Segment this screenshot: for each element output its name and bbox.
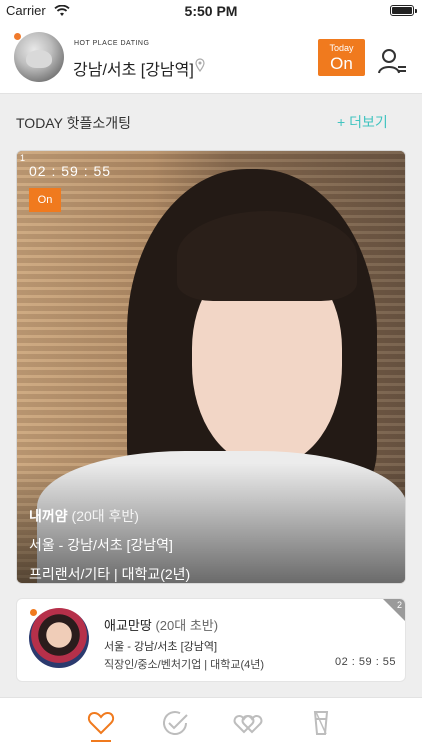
check-circle-icon: [163, 711, 188, 735]
app-label: HOT PLACE DATING: [74, 40, 150, 47]
list-item-location: 서울 - 강남/서초 [강남역]: [104, 641, 218, 653]
tab-heart[interactable]: [86, 708, 116, 738]
section-title: TODAY 핫플소개팅: [16, 115, 131, 131]
online-indicator: [14, 33, 21, 40]
location-pin-icon: [195, 58, 205, 75]
header: HOT PLACE DATING 강남/서초 [강남역] Today On: [0, 22, 422, 94]
profile-job: 프리랜서/기타 | 대학교(2년): [29, 566, 191, 582]
list-item-job: 직장인/중소/벤처기업 | 대학교(4년): [104, 659, 265, 671]
list-item-name: 애교만땅: [104, 618, 152, 633]
region-selector[interactable]: 강남/서초 [강남역]: [73, 56, 194, 80]
online-badge: On: [29, 188, 61, 212]
status-bar: Carrier 5:50 PM: [0, 0, 422, 22]
featured-profile-card[interactable]: 1 02 : 59 : 55 On 내꺼얌 (20대 후반) 서울 - 강남/서…: [16, 150, 406, 584]
profile-info: 내꺼얌 (20대 후반) 서울 - 강남/서초 [강남역] 프리랜서/기타 | …: [29, 506, 191, 583]
profile-avatar[interactable]: [14, 32, 64, 82]
list-item-age: (20대 초반): [155, 618, 219, 633]
tab-check[interactable]: [160, 708, 190, 738]
list-item-timer: 02 : 59 : 55: [335, 656, 397, 668]
user-menu-icon[interactable]: [378, 48, 408, 74]
today-toggle-button[interactable]: Today On: [318, 39, 365, 76]
list-item-index: 2: [396, 600, 402, 610]
countdown-timer: 02 : 59 : 55: [29, 163, 112, 179]
list-item[interactable]: 애교만땅 (20대 초반) 서울 - 강남/서초 [강남역] 직장인/중소/벤처…: [16, 598, 406, 682]
online-indicator: [29, 608, 38, 617]
battery-icon: [390, 5, 417, 16]
today-state: On: [330, 54, 353, 73]
more-link[interactable]: + 더보기: [337, 112, 388, 132]
section-header: TODAY 핫플소개팅 + 더보기: [0, 95, 422, 147]
tab-bar: [0, 697, 422, 750]
card-index: 1: [20, 153, 26, 163]
double-heart-icon: [233, 714, 263, 734]
active-tab-indicator: [91, 740, 111, 742]
today-label: Today: [329, 43, 354, 53]
profile-name: 내꺼얌: [29, 508, 68, 524]
clock: 5:50 PM: [184, 3, 238, 19]
profile-location: 서울 - 강남/서초 [강남역]: [29, 537, 173, 553]
list-item-avatar: [29, 608, 89, 668]
tab-matches[interactable]: [233, 708, 263, 738]
heart-icon: [87, 711, 115, 735]
cup-icon: [313, 711, 329, 735]
profile-age: (20대 후반): [71, 508, 139, 524]
tab-shop[interactable]: [306, 708, 336, 738]
